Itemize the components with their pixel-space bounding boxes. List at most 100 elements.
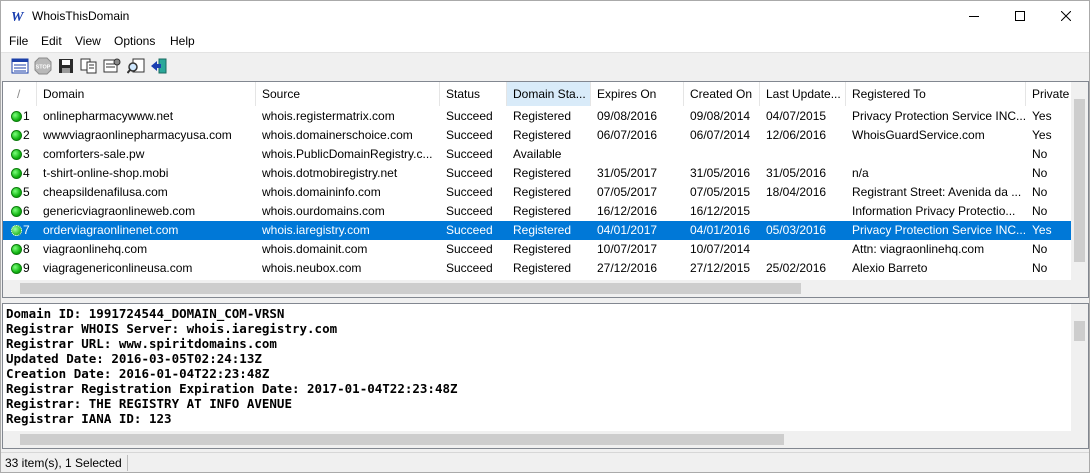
cell-created: 07/05/2015 — [690, 185, 751, 199]
menu-file[interactable]: File — [9, 34, 28, 48]
cell-private: No — [1032, 166, 1048, 180]
domain-list[interactable]: / Domain Source Status Domain Sta... Exp… — [2, 81, 1089, 298]
cell-updated — [760, 240, 846, 259]
cell-created: 10/07/2014 — [690, 242, 751, 256]
menu-edit[interactable]: Edit — [41, 34, 62, 48]
cell-num: 2 — [23, 128, 30, 142]
save-icon — [59, 59, 73, 73]
list-horizontal-scrollbar[interactable] — [3, 280, 1073, 297]
details-line: Registrar Registration Expiration Date: … — [6, 381, 458, 396]
table-row[interactable]: 4 t-shirt-online-shop.mobi whois.dotmobire… — [3, 164, 1071, 183]
toolbar: STOP — [1, 52, 1089, 79]
column-header-expires-on[interactable]: Expires On — [591, 82, 684, 106]
title-bar[interactable]: W WhoisThisDomain — [1, 1, 1089, 31]
cell-registered-to: Attn: viagraonlinehq.com — [852, 242, 985, 256]
details-vertical-scrollbar[interactable] — [1071, 304, 1088, 431]
cell-created: 31/05/2016 — [690, 166, 751, 180]
cell-private: No — [1032, 204, 1048, 218]
cell-expires: 16/12/2016 — [597, 204, 658, 218]
html-report-button[interactable] — [102, 56, 122, 76]
search-icon — [127, 58, 145, 74]
svg-text:STOP: STOP — [36, 65, 51, 71]
save-button[interactable] — [56, 56, 76, 76]
menu-help[interactable]: Help — [170, 34, 195, 48]
cell-domain: orderviagraonlinenet.com — [43, 223, 179, 237]
menu-bar: File Edit View Options Help — [1, 31, 1089, 52]
table-row[interactable]: 7 orderviagraonlinenet.com whois.iaregistr… — [3, 221, 1071, 240]
status-separator — [127, 455, 128, 471]
details-line: Domain ID: 1991724544_DOMAIN_COM-VRSN — [6, 306, 285, 321]
cell-created — [684, 145, 760, 164]
details-horizontal-scroll-thumb[interactable] — [20, 434, 784, 445]
table-row[interactable]: 1 onlinepharmacywww.net whois.registermatr… — [3, 107, 1071, 126]
cell-domain: comforters-sale.pw — [43, 147, 145, 161]
column-header-registered-to[interactable]: Registered To — [846, 82, 1026, 106]
cell-num: 8 — [23, 242, 30, 256]
column-header-domain-status[interactable]: Domain Sta... — [507, 82, 591, 106]
cell-num: 6 — [23, 204, 30, 218]
list-header: / Domain Source Status Domain Sta... Exp… — [3, 82, 1088, 106]
cell-source: whois.iaregistry.com — [262, 223, 370, 237]
menu-view[interactable]: View — [75, 34, 101, 48]
cell-source: whois.registermatrix.com — [262, 109, 395, 123]
cell-domain: onlinepharmacywww.net — [43, 109, 174, 123]
list-horizontal-scroll-thumb[interactable] — [20, 283, 801, 294]
cell-updated: 25/02/2016 — [766, 261, 827, 275]
cell-expires: 04/01/2017 — [597, 223, 658, 237]
minimize-button[interactable] — [951, 1, 997, 31]
list-vertical-scroll-thumb[interactable] — [1074, 99, 1085, 262]
cell-registered-to: Information Privacy Protectio... — [852, 204, 1016, 218]
cell-updated — [760, 202, 846, 221]
column-header-created-on[interactable]: Created On — [684, 82, 760, 106]
cell-domain: viagraonlinehq.com — [43, 242, 148, 256]
table-row[interactable]: 2 wwwviagraonlinepharmacyusa.com whois.dom… — [3, 126, 1071, 145]
close-button[interactable] — [1043, 1, 1089, 31]
whois-details-text: Domain ID: 1991724544_DOMAIN_COM-VRSN Reg… — [3, 306, 458, 432]
cell-expires — [591, 145, 684, 164]
column-header-status[interactable]: Status — [440, 82, 507, 106]
cell-created: 06/07/2014 — [690, 128, 751, 142]
column-header-source[interactable]: Source — [256, 82, 440, 106]
details-vertical-scroll-thumb[interactable] — [1074, 321, 1085, 341]
cell-num: 9 — [23, 261, 30, 275]
status-text: 33 item(s), 1 Selected — [5, 456, 122, 470]
maximize-icon — [1015, 11, 1025, 21]
details-horizontal-scrollbar[interactable] — [3, 431, 1071, 448]
cell-expires: 27/12/2016 — [597, 261, 658, 275]
menu-options[interactable]: Options — [114, 34, 155, 48]
table-row[interactable]: 5 cheapsildenafilusa.com whois.domaininfo.… — [3, 183, 1071, 202]
cell-private: No — [1032, 242, 1048, 256]
stop-button[interactable]: STOP — [33, 56, 53, 76]
column-header-index[interactable]: / — [3, 82, 37, 106]
details-line: Creation Date: 2016-01-04T22:23:48Z — [6, 366, 270, 381]
table-row[interactable]: 8 viagraonlinehq.com whois.domainit.com Suc… — [3, 240, 1071, 259]
cell-status: Succeed — [446, 223, 493, 237]
table-row[interactable]: 6 genericviagraonlineweb.com whois.ourdoma… — [3, 202, 1071, 221]
cell-domain: genericviagraonlineweb.com — [43, 204, 196, 218]
cell-updated: 12/06/2016 — [766, 128, 827, 142]
find-button[interactable] — [126, 56, 146, 76]
scrollbar-corner — [1071, 280, 1088, 297]
column-header-domain[interactable]: Domain — [37, 82, 256, 106]
exit-button[interactable] — [149, 56, 169, 76]
cell-domain-status: Registered — [513, 185, 572, 199]
cell-domain-status: Registered — [513, 166, 572, 180]
copy-button[interactable] — [79, 56, 99, 76]
cell-source: whois.domainit.com — [262, 242, 368, 256]
cell-registered-to: Registrant Street: Avenida da ... — [852, 185, 1022, 199]
whois-details-pane[interactable]: Domain ID: 1991724544_DOMAIN_COM-VRSN Reg… — [2, 303, 1089, 449]
list-vertical-scrollbar[interactable] — [1071, 82, 1088, 280]
table-row[interactable]: 3 comforters-sale.pw whois.PublicDomainReg… — [3, 145, 1071, 164]
cell-domain: viagragenericonlineusa.com — [43, 261, 193, 275]
table-row[interactable]: 9 viagragenericonlineusa.com whois.neubox.… — [3, 259, 1071, 278]
cell-status: Succeed — [446, 166, 493, 180]
svg-text:W: W — [11, 10, 25, 24]
cell-expires: 31/05/2017 — [597, 166, 658, 180]
cell-num: 5 — [23, 185, 30, 199]
column-header-last-updated[interactable]: Last Update... — [760, 82, 846, 106]
maximize-button[interactable] — [997, 1, 1043, 31]
properties-button[interactable] — [10, 56, 30, 76]
column-header-private[interactable]: Private I — [1026, 82, 1072, 106]
cell-status: Succeed — [446, 261, 493, 275]
cell-registered-to: Privacy Protection Service INC... — [852, 109, 1026, 123]
